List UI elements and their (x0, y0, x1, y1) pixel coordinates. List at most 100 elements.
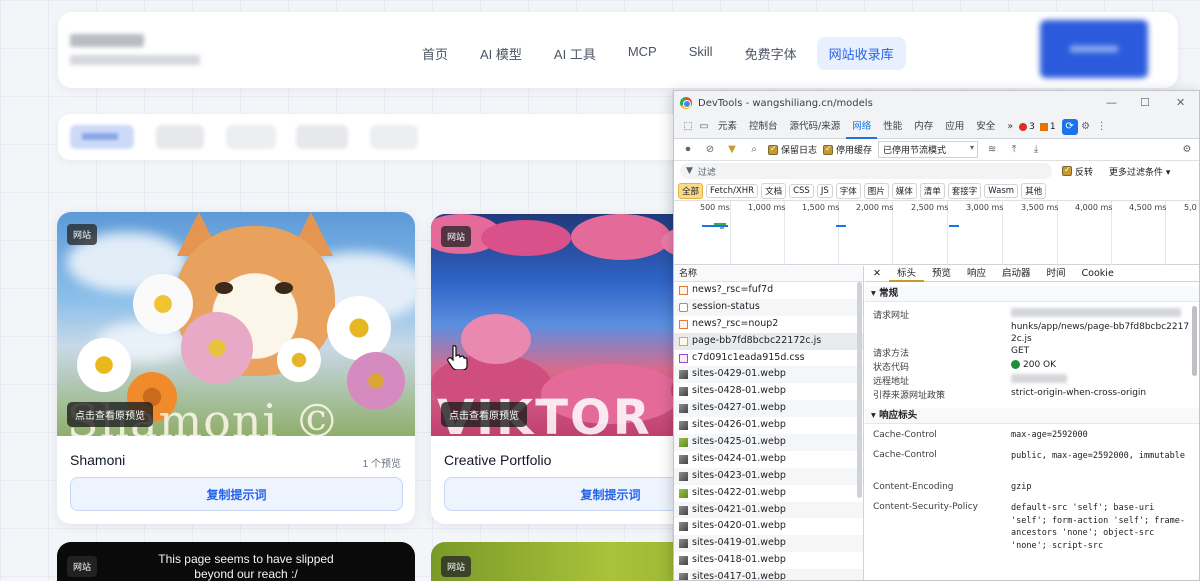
tab-security[interactable]: 安全 (970, 115, 1001, 139)
request-row[interactable]: sites-0423-01.webp (674, 467, 863, 485)
import-har-icon[interactable]: ⤒ (1006, 142, 1022, 158)
issues-counter[interactable]: 3 1 (1019, 122, 1056, 132)
search-icon[interactable]: ⌕ (746, 142, 762, 158)
section-response-headers[interactable]: ▾ 响应标头 (865, 408, 1199, 424)
disable-cache-checkbox[interactable]: 停用缓存 (823, 143, 872, 156)
request-row[interactable]: sites-0418-01.webp (674, 552, 863, 569)
view-preview-button[interactable]: 点击查看原预览 (441, 402, 527, 427)
detail-tab-headers[interactable]: 标头 (888, 266, 924, 282)
category-chip[interactable] (156, 125, 204, 149)
tab-elements[interactable]: 元素 (712, 115, 743, 139)
detail-tab-initiator[interactable]: 启动器 (994, 266, 1039, 282)
request-row[interactable]: c7d091c1eada915d.css (674, 350, 863, 367)
type-chip-img[interactable]: 图片 (863, 182, 889, 199)
timeline-tick: 2,500 ms (911, 203, 949, 212)
site-logo[interactable] (70, 34, 200, 65)
request-row[interactable]: sites-0427-01.webp (674, 400, 863, 418)
tab-network[interactable]: 网络 (846, 115, 878, 139)
header-cta-button[interactable] (1040, 20, 1148, 78)
settings-gear-icon[interactable]: ⚙ (1078, 119, 1094, 135)
inspect-element-icon[interactable]: ⬚ (680, 119, 696, 135)
request-row[interactable]: sites-0428-01.webp (674, 383, 863, 400)
request-row[interactable]: sites-0422-01.webp (674, 485, 863, 502)
request-row[interactable]: session-status (674, 298, 863, 316)
type-chip-other[interactable]: 其他 (1021, 182, 1047, 199)
section-general[interactable]: ▾ 常规 (865, 286, 1199, 302)
network-overview-timeline[interactable]: 500 ms 1,000 ms 1,500 ms 2,000 ms 2,500 … (674, 201, 1199, 265)
request-row[interactable]: news?_rsc=noup2 (674, 316, 863, 333)
type-chip-css[interactable]: CSS (789, 183, 814, 198)
record-icon[interactable]: ⏺ (680, 142, 696, 158)
card-thumbnail[interactable]: Shamoni © 网站 点击查看原预览 (57, 212, 415, 436)
type-chip-doc[interactable]: 文档 (761, 182, 787, 199)
kebab-menu-icon[interactable]: ⋮ (1094, 119, 1110, 135)
type-chip-wasm[interactable]: Wasm (984, 183, 1019, 198)
request-row[interactable]: sites-0429-01.webp (674, 366, 863, 384)
status-ok-icon (1011, 360, 1020, 369)
request-row[interactable]: sites-0417-01.webp (674, 569, 863, 580)
category-chip[interactable] (226, 125, 276, 149)
filter-input[interactable]: ▼ 过滤 (680, 163, 1052, 179)
type-chip-fetch[interactable]: Fetch/XHR (706, 183, 759, 198)
request-row[interactable]: sites-0421-01.webp (674, 501, 863, 519)
request-row[interactable]: sites-0420-01.webp (674, 518, 863, 535)
nav-item-site-library[interactable]: 网站收录库 (816, 37, 906, 70)
column-header-name[interactable]: 名称 (674, 266, 863, 282)
preserve-log-checkbox[interactable]: 保留日志 (768, 143, 817, 156)
tab-performance[interactable]: 性能 (877, 115, 908, 139)
copy-prompt-button[interactable]: 复制提示词 (70, 477, 403, 511)
detail-tab-preview[interactable]: 预览 (924, 266, 959, 282)
type-chip-socket[interactable]: 套接字 (947, 182, 982, 199)
invert-checkbox[interactable]: 反转 (1062, 165, 1093, 178)
category-chip[interactable] (296, 125, 348, 149)
detail-tab-response[interactable]: 响应 (959, 266, 994, 282)
nav-item-ai-tools[interactable]: AI 工具 (542, 37, 608, 70)
tab-sources[interactable]: 源代码/来源 (784, 115, 847, 139)
request-row[interactable]: sites-0426-01.webp (674, 417, 863, 434)
view-preview-button[interactable]: 点击查看原预览 (67, 402, 153, 427)
more-tabs-button[interactable]: » (1001, 115, 1019, 139)
network-settings-icon[interactable]: ⚙ (1179, 142, 1195, 158)
request-row[interactable]: news?_rsc=fuf7d (674, 282, 863, 299)
type-chip-js[interactable]: JS (816, 183, 833, 198)
detail-tab-timing[interactable]: 时间 (1039, 266, 1074, 282)
card-title[interactable]: Creative Portfolio (444, 452, 551, 468)
nav-item-home[interactable]: 首页 (410, 37, 460, 70)
request-row[interactable]: sites-0425-01.webp (674, 434, 863, 451)
maximize-icon[interactable]: ☐ (1140, 96, 1150, 109)
category-chip[interactable] (70, 125, 134, 149)
detail-scrollbar[interactable] (1192, 306, 1197, 376)
image-icon (679, 370, 688, 380)
tab-console[interactable]: 控制台 (743, 115, 784, 139)
nav-item-ai-models[interactable]: AI 模型 (468, 37, 534, 70)
more-filters-dropdown[interactable]: 更多过滤条件 ▾ (1109, 165, 1170, 178)
request-row-selected[interactable]: page-bb7fd8bcbc22172c.js (674, 332, 863, 350)
minimize-icon[interactable]: — (1106, 96, 1117, 109)
device-toolbar-icon[interactable]: ▭ (696, 119, 712, 135)
nav-item-skill[interactable]: Skill (677, 37, 725, 70)
tab-application[interactable]: 应用 (939, 115, 970, 139)
filter-funnel-icon[interactable]: ▼ (724, 142, 740, 158)
type-chip-font[interactable]: 字体 (835, 182, 861, 199)
detail-tab-cookies[interactable]: Cookie (1074, 266, 1122, 282)
card-title[interactable]: Shamoni (70, 452, 125, 468)
close-icon[interactable]: ✕ (1176, 96, 1185, 109)
network-conditions-icon[interactable]: ≋ (984, 142, 1000, 158)
sync-icon[interactable]: ⟳ (1061, 118, 1078, 135)
nav-item-mcp[interactable]: MCP (616, 37, 669, 70)
site-card[interactable]: Shamoni © 网站 点击查看原预览 Shamoni 1 个预览 复制提示词 (57, 212, 415, 524)
tab-memory[interactable]: 内存 (908, 115, 939, 139)
export-har-icon[interactable]: ⤓ (1028, 142, 1044, 158)
type-chip-media[interactable]: 媒体 (891, 182, 917, 199)
category-chip[interactable] (370, 125, 418, 149)
close-detail-icon[interactable]: ✕ (865, 266, 889, 282)
type-chip-manifest[interactable]: 清单 (919, 182, 945, 199)
throttle-select[interactable]: 已停用节流模式 (878, 141, 979, 158)
type-chip-all[interactable]: 全部 (678, 182, 704, 199)
nav-item-free-fonts[interactable]: 免费字体 (733, 37, 809, 70)
clear-icon[interactable]: ⊘ (702, 142, 718, 158)
request-row[interactable]: sites-0424-01.webp (674, 451, 863, 468)
request-row[interactable]: sites-0419-01.webp (674, 535, 863, 553)
request-list-scrollbar[interactable] (857, 282, 862, 498)
site-card[interactable]: 网站 This page seems to have slipped beyon… (57, 542, 415, 581)
